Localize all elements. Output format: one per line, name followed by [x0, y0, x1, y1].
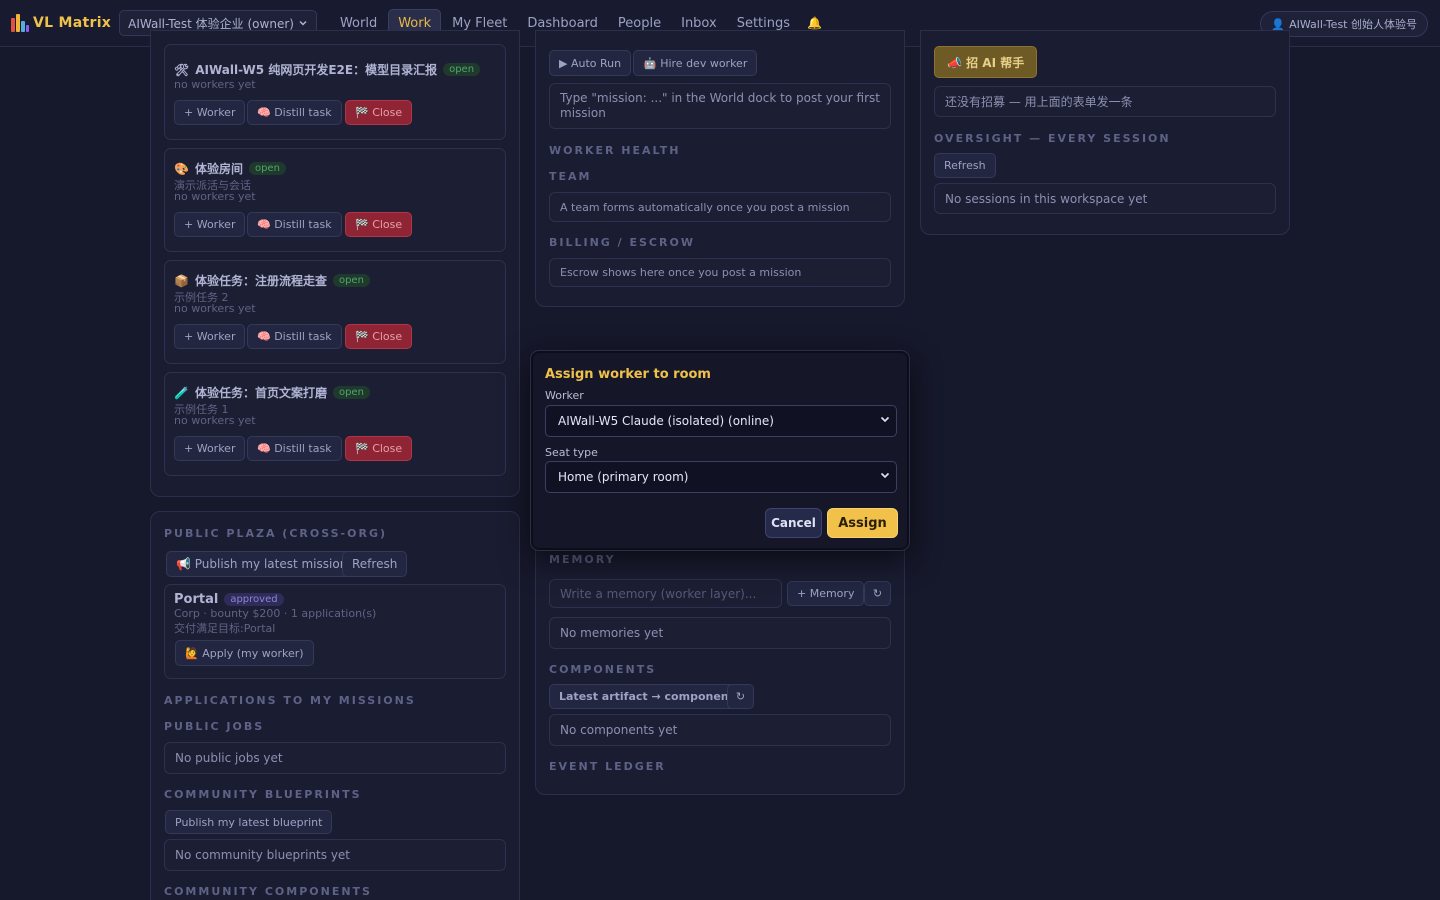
room-card[interactable] — [164, 44, 506, 140]
brand[interactable]: VL Matrix — [11, 14, 111, 32]
bell-icon[interactable]: 🔔 — [807, 16, 822, 30]
oversight-heading: OVERSIGHT — EVERY SESSION — [934, 132, 1171, 145]
worker-label: Worker — [545, 389, 584, 402]
team-heading: TEAM — [549, 170, 592, 183]
memory-heading: MEMORY — [549, 553, 616, 566]
listing-meta: Corp · bounty $200 · 1 application(s) — [174, 607, 377, 620]
close-room-button[interactable]: 🏁 Close — [345, 212, 413, 237]
worker-health-heading: WORKER HEALTH — [549, 144, 681, 157]
blueprints-empty: No community blueprints yet — [164, 839, 506, 871]
room-workers: no workers yet — [174, 78, 256, 91]
publish-blueprint-button[interactable]: Publish my latest blueprint — [165, 810, 333, 834]
test-tube-icon: 🧪 — [174, 385, 189, 400]
add-worker-button[interactable]: + Worker — [174, 212, 246, 237]
billing-heading: BILLING / ESCROW — [549, 236, 695, 249]
billing-hint: Escrow shows here once you post a missio… — [549, 258, 891, 287]
listing-goal: 交付满足目标:Portal — [174, 622, 276, 635]
distill-task-button[interactable]: 🧠 Distill task — [247, 100, 342, 125]
chevron-down-icon — [880, 472, 890, 479]
plaza-heading: PUBLIC PLAZA (CROSS-ORG) — [164, 527, 388, 540]
user-icon: 👤 — [1271, 17, 1286, 31]
oversight-refresh-button[interactable]: Refresh — [934, 153, 996, 178]
apply-button[interactable]: 🙋 Apply (my worker) — [175, 640, 314, 666]
components-heading: COMPONENTS — [549, 663, 657, 676]
add-worker-button[interactable]: + Worker — [174, 436, 246, 461]
public-jobs-empty: No public jobs yet — [164, 742, 506, 774]
seat-type-select[interactable]: Home (primary room) — [545, 461, 897, 493]
palette-icon: 🎨 — [174, 161, 189, 176]
close-room-button[interactable]: 🏁 Close — [345, 324, 413, 349]
memory-input[interactable]: Write a memory (worker layer)... — [549, 579, 782, 608]
components-empty: No components yet — [549, 714, 891, 746]
add-worker-button[interactable]: + Worker — [174, 324, 246, 349]
room-title-text: 体验房间 — [194, 162, 243, 176]
room-title-text: 体验任务：注册流程走查 — [194, 274, 327, 288]
components-refresh-icon[interactable]: ↻ — [727, 684, 754, 709]
publish-mission-button[interactable]: 📢 Publish my latest mission — [166, 551, 358, 577]
chevron-down-icon — [880, 416, 890, 423]
worker-select-value: AIWall-W5 Claude (isolated) (online) — [558, 414, 774, 428]
room-title: 🧪 体验任务：首页文案打磨 open — [174, 384, 370, 401]
hire-dev-worker-button[interactable]: 🤖 Hire dev worker — [633, 50, 758, 76]
event-ledger-heading: EVENT LEDGER — [549, 760, 666, 773]
recruit-ai-button[interactable]: 📣 招 AI 帮手 — [934, 46, 1038, 78]
room-workers: no workers yet — [174, 414, 256, 427]
distill-task-button[interactable]: 🧠 Distill task — [247, 212, 342, 237]
recruit-empty: 还没有招募 — 用上面的表单发一条 — [934, 86, 1276, 117]
seat-type-value: Home (primary room) — [558, 470, 689, 484]
room-title: 🛠 AIWall-W5 纯网页开发E2E：模型目录汇报 open — [174, 61, 481, 78]
add-worker-button[interactable]: + Worker — [174, 100, 246, 125]
tools-icon: 🛠 — [174, 62, 190, 77]
org-selector-label: AIWall-Test 体验企业 (owner) — [128, 16, 294, 31]
assign-button[interactable]: Assign — [827, 508, 898, 538]
brand-logo-icon — [11, 14, 29, 32]
public-jobs-heading: PUBLIC JOBS — [164, 720, 265, 733]
listing-title: Portal approved — [174, 592, 284, 607]
distill-task-button[interactable]: 🧠 Distill task — [247, 324, 342, 349]
room-workers: no workers yet — [174, 190, 256, 203]
community-blueprints-heading: COMMUNITY BLUEPRINTS — [164, 788, 362, 801]
user-name: AIWall-Test 创始人体验号 — [1289, 18, 1417, 31]
status-badge: open — [332, 386, 370, 399]
app-root: VL Matrix AIWall-Test 体验企业 (owner) World… — [0, 0, 1440, 900]
applications-heading: APPLICATIONS TO MY MISSIONS — [164, 694, 416, 707]
worker-select[interactable]: AIWall-W5 Claude (isolated) (online) — [545, 405, 897, 437]
listing-title-text: Portal — [174, 592, 219, 607]
package-icon: 📦 — [174, 273, 189, 288]
chevron-down-icon — [299, 20, 307, 26]
room-title-text: 体验任务：首页文案打磨 — [194, 386, 327, 400]
status-badge: approved — [224, 593, 284, 606]
room-title: 📦 体验任务：注册流程走查 open — [174, 272, 370, 289]
mission-hint: Type "mission: ..." in the World dock to… — [549, 83, 891, 129]
plaza-refresh-button[interactable]: Refresh — [342, 551, 408, 577]
room-workers: no workers yet — [174, 302, 256, 315]
close-room-button[interactable]: 🏁 Close — [345, 100, 413, 125]
memory-refresh-icon[interactable]: ↻ — [864, 581, 891, 606]
seat-type-label: Seat type — [545, 446, 598, 459]
sessions-empty: No sessions in this workspace yet — [934, 183, 1276, 214]
close-room-button[interactable]: 🏁 Close — [345, 436, 413, 461]
assign-worker-modal: Assign worker to room Worker AIWall-W5 C… — [531, 351, 909, 550]
room-title-text: AIWall-W5 纯网页开发E2E：模型目录汇报 — [195, 63, 438, 77]
brand-name: VL Matrix — [33, 15, 112, 31]
add-memory-button[interactable]: + Memory — [787, 581, 865, 606]
status-badge: open — [248, 162, 286, 175]
community-components-heading: COMMUNITY COMPONENTS — [164, 885, 372, 898]
modal-title: Assign worker to room — [545, 367, 711, 382]
memories-empty: No memories yet — [549, 617, 891, 649]
latest-artifact-button[interactable]: Latest artifact → component — [549, 684, 744, 709]
room-title: 🎨 体验房间 open — [174, 160, 286, 177]
team-hint: A team forms automatically once you post… — [549, 192, 891, 222]
status-badge: open — [332, 274, 370, 287]
auto-run-button[interactable]: ▶ Auto Run — [549, 50, 632, 76]
distill-task-button[interactable]: 🧠 Distill task — [247, 436, 342, 461]
cancel-button[interactable]: Cancel — [765, 508, 822, 538]
status-badge: open — [443, 63, 481, 76]
